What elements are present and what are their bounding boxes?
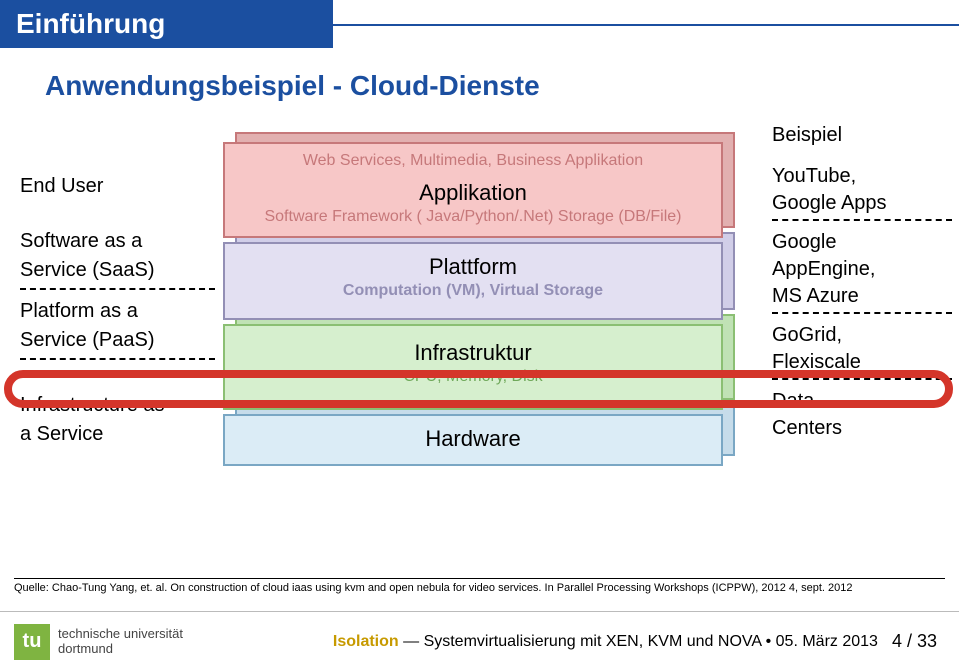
app-subline: Software Framework ( Java/Python/.Net) S… [225,206,721,232]
footer-prefix: Isolation [333,633,399,650]
uni-line2: dortmund [58,642,183,656]
citation-text: Quelle: Chao-Tung Yang, et. al. On const… [14,579,945,594]
divider [20,358,215,360]
app-title: Applikation [225,176,721,206]
example-gae-1: Google [772,231,952,254]
label-iaas-2: a Service [20,423,215,446]
page-sep: / [902,631,917,651]
uni-line1: technische universität [58,627,183,641]
divider [772,312,952,314]
layer-application: Web Services, Multimedia, Business Appli… [223,142,763,238]
right-examples: Beispiel YouTube, Google Apps Google App… [772,124,952,444]
example-gae-2: AppEngine, [772,258,952,281]
layer-stack: Web Services, Multimedia, Business Appli… [223,142,763,470]
left-labels: End User Software as a Service (SaaS) Pl… [20,175,215,452]
plat-subline: Computation (VM), Virtual Storage [225,280,721,306]
example-youtube-2: Google Apps [772,192,952,215]
page-indicator: 4 / 33 [892,631,937,652]
university-logo: tu technische universität dortmund [14,624,183,660]
hw-title: Hardware [225,416,721,452]
slide-footer: tu technische universität dortmund Isola… [0,611,959,671]
label-saas-1: Software as a [20,230,215,253]
citation-block: Quelle: Chao-Tung Yang, et. al. On const… [14,574,945,594]
section-title: Einführung [16,8,165,40]
layer-infrastructure: Infrastruktur CPU, Memory, Disk [223,324,763,410]
header-rule [333,24,959,26]
logo-text: technische universität dortmund [58,627,183,656]
footer-rest: — Systemvirtualisierung mit XEN, KVM und… [399,633,878,650]
divider [772,219,952,221]
label-saas-2: Service (SaaS) [20,259,215,282]
example-heading: Beispiel [772,124,952,147]
divider [20,288,215,290]
logo-icon: tu [14,624,50,660]
label-iaas-1: Infrastructure as [20,394,215,417]
example-gogrid-1: GoGrid, [772,324,952,347]
label-paas-1: Platform as a [20,300,215,323]
inf-subline: CPU, Memory, Disk [225,366,721,392]
layer-hardware: Hardware [223,414,763,466]
example-dc-1: Data [772,390,952,413]
section-header: Einführung [0,0,333,48]
example-gae-3: MS Azure [772,285,952,308]
example-gogrid-2: Flexiscale [772,351,952,374]
inf-title: Infrastruktur [225,326,721,366]
layer-platform: Plattform Computation (VM), Virtual Stor… [223,242,763,320]
page-subtitle: Anwendungsbeispiel - Cloud-Dienste [45,70,540,102]
page-current: 4 [892,631,902,651]
example-youtube-1: YouTube, [772,165,952,188]
label-paas-2: Service (PaaS) [20,329,215,352]
page-total: 33 [917,631,937,651]
plat-title: Plattform [225,244,721,280]
footer-title: Isolation — Systemvirtualisierung mit XE… [183,633,892,651]
app-topline: Web Services, Multimedia, Business Appli… [225,144,721,176]
divider [772,378,952,380]
example-dc-2: Centers [772,417,952,440]
label-enduser: End User [20,175,215,198]
